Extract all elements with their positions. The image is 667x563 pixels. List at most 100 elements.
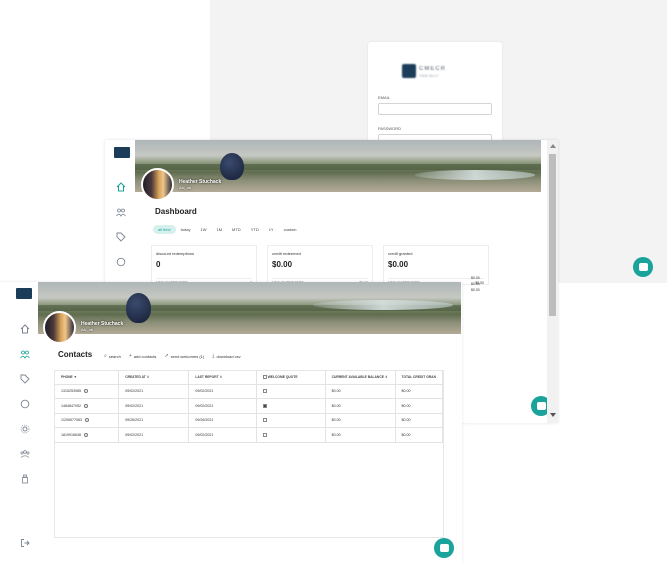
balance-cell: $0.00 [325, 384, 396, 399]
table-header-row: PHONE ▼ CREATED AT ⇕ LAST REPORT ⇕ WELCO… [55, 371, 443, 385]
phone-cell: 1484847052 [55, 398, 120, 414]
last-report-cell: 09/02/2021 [188, 384, 257, 399]
login-card: CMECR TIDE ALLY EMAIL PASSWORD [368, 42, 502, 152]
stat-card-discount: discount redemptions 0 NEW CUSTOMERS 0 [151, 245, 257, 285]
created-cell: 09/02/2021 [118, 384, 190, 399]
email-field[interactable] [378, 103, 492, 115]
welcome-checkbox[interactable] [262, 418, 267, 423]
settings-icon[interactable] [19, 423, 31, 435]
tab-1w[interactable]: 1W [195, 225, 211, 234]
column-header-created[interactable]: CREATED AT ⇕ [118, 371, 190, 385]
home-icon[interactable] [19, 323, 31, 335]
search-icon: ⌕ [104, 353, 107, 359]
select-all-checkbox[interactable] [262, 375, 267, 380]
phone-cell: 1/206577083 [55, 413, 120, 428]
tab-today[interactable]: today [176, 225, 196, 234]
contacts-window: Heather Stuchack Alc_ob Contacts ⌕ search… [0, 282, 462, 563]
chat-icon [439, 544, 449, 552]
page-title: Dashboard [155, 207, 197, 216]
tab-1y[interactable]: 1Y [264, 225, 279, 234]
last-report-cell: 09/26/2021 [188, 413, 257, 428]
balance-cell: $0.00 [325, 398, 396, 414]
tab-all-time[interactable]: all time [153, 225, 176, 234]
welcome-checkbox[interactable] [262, 403, 267, 408]
email-label: EMAIL [378, 95, 391, 100]
chat-icon[interactable] [115, 256, 127, 268]
column-header-balance[interactable]: CURRENT AVAILABLE BALANCE ⇕ [325, 371, 396, 385]
welcome-cell [256, 427, 326, 443]
people-icon[interactable] [115, 206, 127, 218]
download-csv-button[interactable]: ⤓ download csv [212, 353, 240, 359]
tag-icon[interactable] [115, 231, 127, 243]
send-welcomes-button[interactable]: ➚ send welcomes (1) [164, 353, 204, 359]
plus-icon: + [128, 353, 132, 359]
balance-cell: $0.00 [325, 427, 396, 443]
chat-launcher-button[interactable] [434, 538, 454, 558]
group-icon[interactable] [19, 448, 31, 460]
extra-values: $0.00 $0.00 $0.00 [471, 275, 480, 293]
tab-custom[interactable]: custom [279, 225, 302, 234]
home-icon[interactable] [115, 181, 127, 193]
column-header-phone[interactable]: PHONE ▼ [55, 371, 120, 385]
chat-icon[interactable] [19, 398, 31, 410]
tag-icon[interactable] [19, 373, 31, 385]
credit-cell: $0.00 [395, 384, 443, 399]
page-title: Contacts [58, 350, 93, 359]
logo-subtext: TIDE ALLY [419, 73, 439, 78]
brand-logo: CMECR TIDE ALLY [402, 64, 468, 78]
column-header-last-report[interactable]: LAST REPORT ⇕ [188, 371, 257, 385]
created-cell: 09/26/2021 [118, 413, 190, 428]
download-icon: ⤓ [212, 353, 215, 359]
banner-water [415, 170, 535, 180]
avatar[interactable] [141, 168, 174, 201]
logout-icon[interactable] [19, 537, 31, 549]
tab-ytd[interactable]: YTD [246, 225, 264, 234]
welcome-cell [256, 413, 326, 428]
bottle-icon[interactable] [19, 473, 31, 485]
phone-value: 1484847052 [61, 403, 81, 408]
view-icon[interactable] [85, 418, 89, 423]
contacts-table: PHONE ▼ CREATED AT ⇕ LAST REPORT ⇕ WELCO… [54, 370, 444, 538]
table-row[interactable]: 1315253985 09/02/2021 09/02/2021 $0.00 $… [55, 384, 443, 399]
download-csv-label: download csv [216, 353, 241, 359]
stat-value: $0.00 [272, 260, 293, 269]
scrollbar[interactable] [547, 140, 558, 423]
phone-value: 1/206577083 [61, 418, 82, 423]
column-header-credit[interactable]: TOTAL CREDIT GRAN [395, 371, 443, 385]
range-tabs: all time today 1W 1M MTD YTD 1Y custom [153, 225, 302, 234]
scroll-up-icon[interactable] [550, 144, 556, 148]
tab-1m[interactable]: 1M [211, 225, 227, 234]
welcome-checkbox[interactable] [262, 432, 267, 437]
stat-value: $0.00 [388, 260, 409, 269]
avatar[interactable] [43, 311, 76, 344]
view-icon[interactable] [84, 403, 88, 408]
user-handle: Alc_ob [179, 185, 192, 190]
app-logo-icon[interactable] [114, 147, 130, 158]
chat-icon [536, 402, 546, 410]
view-icon[interactable] [84, 432, 88, 437]
balloon-image [126, 293, 151, 323]
table-row[interactable]: 1/206577083 09/26/2021 09/26/2021 $0.00 … [55, 413, 443, 428]
table-row[interactable]: 1819916638 09/02/2021 09/02/2021 $0.00 $… [55, 427, 443, 443]
stat-label: credit granted [388, 251, 413, 256]
phone-value: 1819916638 [61, 432, 81, 437]
people-icon[interactable] [19, 348, 31, 360]
app-logo-icon[interactable] [16, 288, 32, 299]
password-label: PASSWORD [378, 126, 402, 131]
scroll-down-icon[interactable] [550, 413, 556, 417]
phone-cell: 1819916638 [55, 427, 120, 443]
phone-cell: 1315253985 [55, 384, 120, 399]
search-button[interactable]: ⌕ search [104, 353, 121, 359]
table-row[interactable]: 1484847052 09/02/2021 09/02/2021 $0.00 $… [55, 398, 443, 414]
scrollbar-thumb[interactable] [549, 154, 556, 316]
send-welcomes-label: send welcomes (1) [170, 353, 205, 359]
welcome-checkbox[interactable] [262, 389, 267, 394]
chat-launcher-button[interactable] [633, 257, 653, 277]
add-contacts-button[interactable]: + add contacts [129, 353, 157, 359]
view-icon[interactable] [84, 389, 88, 394]
contacts-sidebar [0, 282, 40, 563]
search-label: search [108, 353, 121, 359]
stat-card-credit-redeemed: credit redeemed $0.00 NEW CUSTOMERS $0.0… [267, 245, 373, 285]
column-header-welcome: WELCOME QUOTE [256, 371, 326, 385]
tab-mtd[interactable]: MTD [227, 225, 246, 234]
